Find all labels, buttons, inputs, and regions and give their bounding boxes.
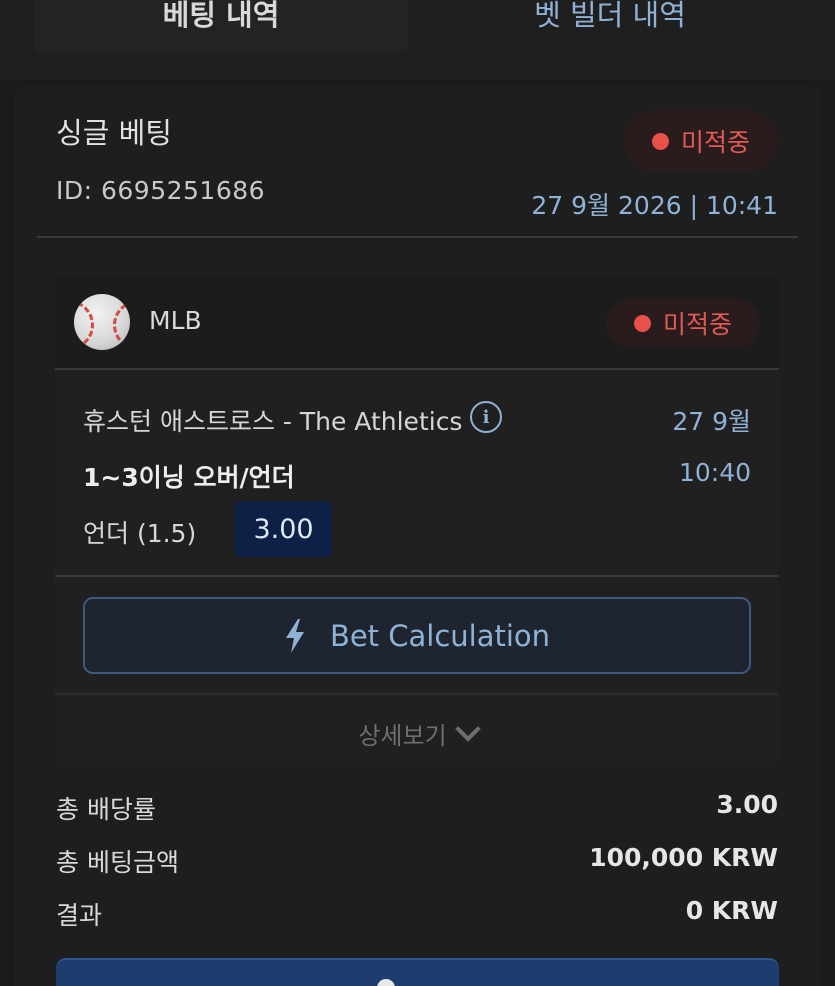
divider bbox=[55, 575, 779, 577]
bet-history-screen: 베팅 내역 벳 빌더 내역 싱글 베팅 ID: 6695251686 미적중 2… bbox=[0, 0, 835, 986]
bet-id: ID: 6695251686 bbox=[56, 176, 266, 205]
details-label: 상세보기 bbox=[358, 722, 447, 750]
bet-status-badge: 미적중 bbox=[624, 110, 779, 172]
details-toggle[interactable]: 상세보기 bbox=[0, 716, 835, 751]
selection-odds: 3.00 bbox=[235, 501, 332, 557]
match-date: 27 9월 bbox=[672, 407, 751, 436]
lightning-icon bbox=[285, 618, 304, 653]
bottom-action-button[interactable] bbox=[56, 958, 779, 986]
bet-calculation-button[interactable]: Bet Calculation bbox=[83, 597, 751, 674]
info-icon[interactable]: i bbox=[470, 401, 502, 433]
bet-status-text: 미적중 bbox=[681, 128, 751, 157]
bet-datetime: 27 9월 2026 | 10:41 bbox=[531, 191, 778, 220]
status-dot-icon bbox=[634, 314, 651, 332]
total-odds-label: 총 배당률 bbox=[56, 795, 156, 824]
selection-pick: 언더 (1.5) bbox=[83, 519, 197, 548]
divider bbox=[55, 368, 779, 370]
total-stake-value: 100,000 KRW bbox=[589, 843, 778, 872]
baseball-seam bbox=[74, 300, 94, 350]
selection-status-badge: 미적중 bbox=[606, 299, 761, 347]
history-tabbar: 베팅 내역 벳 빌더 내역 bbox=[0, 0, 835, 80]
chevron-down-icon bbox=[454, 716, 481, 742]
status-dot-icon bbox=[652, 132, 669, 150]
total-odds-value: 3.00 bbox=[716, 790, 778, 819]
selection-status-text: 미적중 bbox=[663, 310, 733, 339]
tab-bet-builder-history[interactable]: 벳 빌더 내역 bbox=[420, 0, 800, 52]
tab-betting-history[interactable]: 베팅 내역 bbox=[34, 0, 408, 52]
match-time: 10:40 bbox=[678, 458, 751, 487]
bet-calculation-label: Bet Calculation bbox=[329, 618, 551, 653]
market-name: 1~3이닝 오버/언더 bbox=[83, 463, 295, 492]
baseball-seam bbox=[113, 300, 130, 350]
league-name: MLB bbox=[149, 306, 202, 335]
divider bbox=[55, 693, 779, 695]
result-label: 결과 bbox=[56, 901, 103, 930]
bet-type-title: 싱글 베팅 bbox=[56, 116, 172, 150]
total-stake-label: 총 베팅금액 bbox=[56, 848, 179, 877]
result-value: 0 KRW bbox=[685, 896, 778, 925]
divider bbox=[37, 236, 798, 238]
match-name: 휴스턴 애스트로스 - The Athletics bbox=[83, 407, 463, 436]
baseball-icon bbox=[74, 294, 130, 350]
